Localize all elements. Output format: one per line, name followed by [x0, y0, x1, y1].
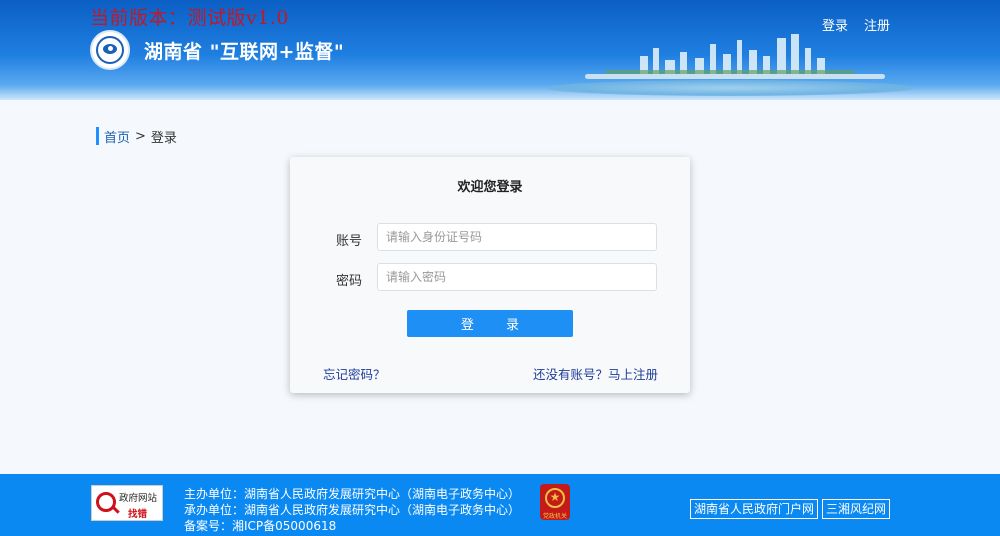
- gov-error-report-badge[interactable]: 政府网站 找错: [91, 485, 163, 521]
- header-register-link[interactable]: 注册: [864, 15, 890, 34]
- password-input[interactable]: [377, 263, 657, 291]
- site-title[interactable]: 湖南省 "互联网+监督": [144, 37, 344, 64]
- version-label: 当前版本：测试版v1.0: [90, 7, 289, 29]
- star-icon: ★: [549, 490, 561, 504]
- account-input[interactable]: [377, 223, 657, 251]
- party-organ-badge[interactable]: ★ 党政机关: [540, 484, 570, 520]
- footer-organizer: 承办单位：湖南省人民政府发展研究中心（湖南电子政务中心）: [184, 503, 521, 517]
- gov-badge-top-text: 政府网站: [119, 493, 158, 504]
- breadcrumb-current: 登录: [150, 130, 177, 146]
- site-logo-icon[interactable]: [90, 30, 130, 70]
- login-title: 欢迎您登录: [457, 180, 523, 195]
- footer-link-hunan-gov[interactable]: 湖南省人民政府门户网: [690, 499, 819, 519]
- header-login-link[interactable]: 登录: [822, 15, 848, 34]
- footer-link-sanxiang[interactable]: 三湘风纪网: [822, 499, 891, 519]
- city-skyline-image: [545, 30, 915, 100]
- forgot-password-link[interactable]: 忘记密码？: [323, 364, 386, 383]
- footer-sponsor: 主办单位：湖南省人民政府发展研究中心（湖南电子政务中心）: [184, 487, 521, 501]
- password-label: 密码: [335, 274, 362, 289]
- top-nav: 登录 注册: [822, 15, 890, 34]
- breadcrumb-separator: >: [135, 128, 146, 144]
- login-button[interactable]: 登 录: [407, 310, 573, 337]
- login-panel: 欢迎您登录 账号 密码 登 录 忘记密码？ 还没有账号？马上注册: [290, 157, 690, 393]
- breadcrumb-home-link[interactable]: 首页: [104, 127, 130, 146]
- gov-badge-bottom-text: 找错: [128, 509, 148, 520]
- site-header: 当前版本：测试版v1.0 湖南省 "互联网+监督" 登录 注册: [0, 0, 1000, 100]
- site-footer: 政府网站 找错 主办单位：湖南省人民政府发展研究中心（湖南电子政务中心） 承办单…: [0, 474, 1000, 536]
- party-badge-label: 党政机关: [542, 513, 567, 520]
- breadcrumb: 首页 > 登录: [96, 127, 177, 146]
- footer-info: 主办单位：湖南省人民政府发展研究中心（湖南电子政务中心） 承办单位：湖南省人民政…: [184, 486, 520, 534]
- register-link[interactable]: 还没有账号？马上注册: [533, 364, 658, 383]
- account-label: 账号: [335, 234, 362, 249]
- footer-icp: 备案号：湘ICP备05000618: [184, 519, 337, 533]
